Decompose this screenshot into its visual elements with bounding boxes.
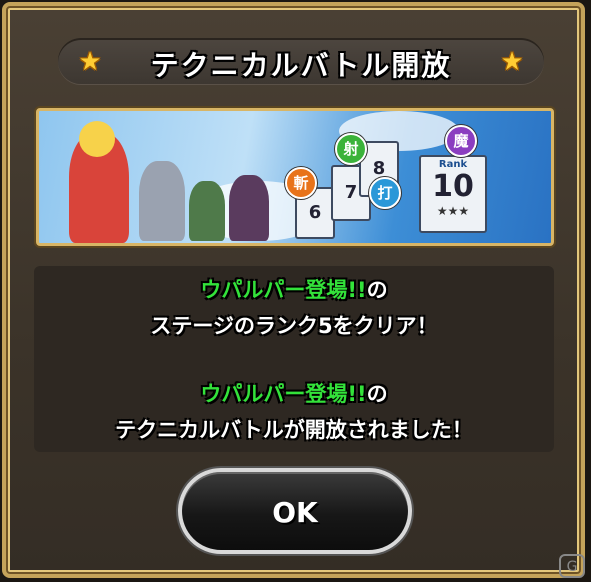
slash-badge-icon: 斬 <box>285 167 317 199</box>
character-knight <box>139 161 185 241</box>
ok-button[interactable]: OK <box>178 468 412 554</box>
character-head <box>79 121 115 157</box>
dialog-title: テクニカルバトル開放 <box>150 49 452 82</box>
character-mage <box>229 175 269 241</box>
message-line-4: テクニカルバトルが開放されました！ <box>115 418 473 442</box>
rank-value: 10 <box>432 169 474 204</box>
star-icon: ★ <box>500 47 524 77</box>
message-suffix: の <box>366 278 388 302</box>
site-watermark-logo: G <box>559 554 585 578</box>
magic-badge-icon: 魔 <box>445 125 477 157</box>
rank-card-main: Rank 10 ★★★ <box>419 155 487 233</box>
message-line-3: ウパルパー登場!!の <box>34 378 554 408</box>
message-line-2: ステージのランク5をクリア！ <box>150 314 438 338</box>
stage-name: ウパルパー登場!! <box>200 278 367 302</box>
technical-battle-banner: 6 7 8 Rank 10 ★★★ 斬 射 打 魔 <box>36 108 554 246</box>
strike-badge-icon: 打 <box>369 177 401 209</box>
shoot-badge-icon: 射 <box>335 133 367 165</box>
rank-stars: ★★★ <box>436 204 470 218</box>
stage-name: ウパルパー登場!! <box>200 382 367 406</box>
message-box: ウパルパー登場!!の ステージのランク5をクリア！ ウパルパー登場!!の テクニ… <box>34 266 554 452</box>
ok-button-label: OK <box>272 496 318 529</box>
message-suffix: の <box>366 382 388 406</box>
message-line-1: ウパルパー登場!!の <box>34 274 554 304</box>
title-bar: ★ テクニカルバトル開放 ★ <box>58 38 544 84</box>
character-soldier <box>189 181 225 241</box>
